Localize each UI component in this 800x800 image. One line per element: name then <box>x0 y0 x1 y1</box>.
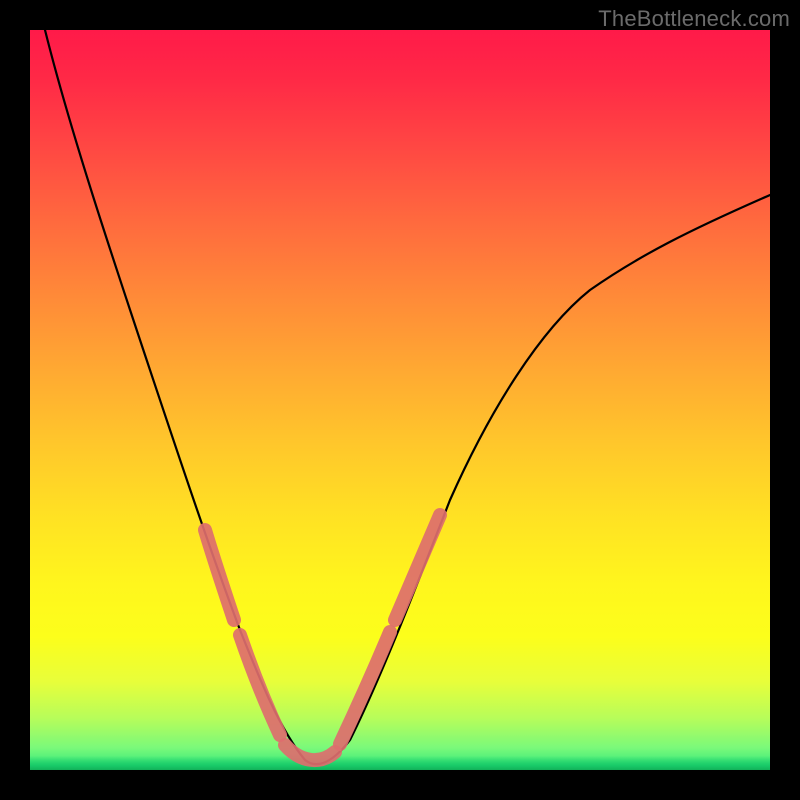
ci-band-right-lower <box>340 632 390 744</box>
ci-band-right-upper <box>395 515 440 620</box>
ci-band-bottom <box>285 745 335 760</box>
chart-svg <box>30 30 770 770</box>
watermark-text: TheBottleneck.com <box>598 6 790 32</box>
chart-frame: TheBottleneck.com <box>0 0 800 800</box>
ci-band-left-upper <box>205 530 234 620</box>
ci-band-left-lower <box>240 635 280 735</box>
plot-area <box>30 30 770 770</box>
bottleneck-curve <box>45 30 770 764</box>
